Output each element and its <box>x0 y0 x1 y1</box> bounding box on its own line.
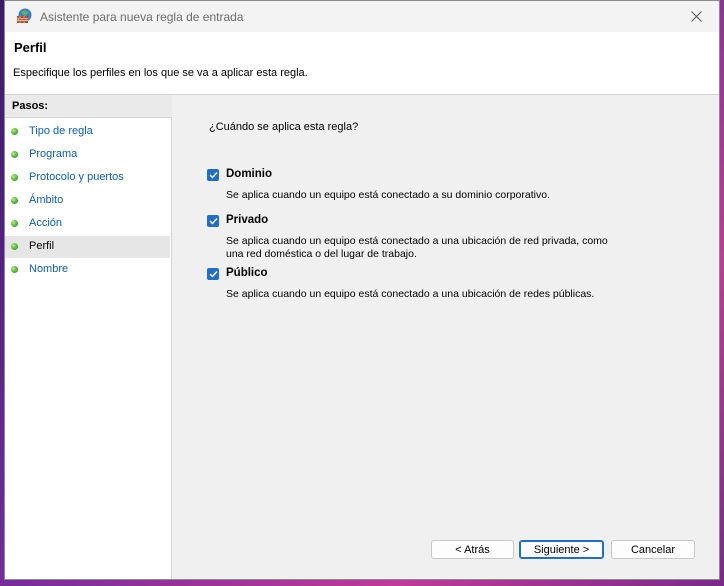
step-complete-dot-icon <box>11 128 18 135</box>
firewall-wall-icon <box>17 8 32 23</box>
step-perfil-current[interactable]: Perfil <box>5 236 170 258</box>
private-description: Se aplica cuando un equipo está conectad… <box>226 235 608 260</box>
steps-heading: Pasos: <box>5 95 172 118</box>
private-label[interactable]: Privado <box>226 214 268 226</box>
step-programa[interactable]: Programa <box>5 144 170 166</box>
step-label: Protocolo y puertos <box>29 171 124 183</box>
domain-label[interactable]: Dominio <box>226 168 272 180</box>
step-protocolo-y-puertos[interactable]: Protocolo y puertos <box>5 167 170 189</box>
wizard-window: Asistente para nueva regla de entrada Pe… <box>4 0 720 580</box>
step-complete-dot-icon <box>11 220 18 227</box>
step-label: Programa <box>29 148 78 160</box>
checkmark-icon <box>209 271 218 278</box>
step-label: Ámbito <box>29 194 64 206</box>
close-icon <box>690 11 702 22</box>
step-complete-dot-icon <box>11 197 18 204</box>
title-bar: Asistente para nueva regla de entrada <box>5 1 719 32</box>
step-label: Tipo de regla <box>29 125 93 137</box>
next-button[interactable]: Siguiente > <box>519 540 604 559</box>
checkmark-icon <box>209 218 218 225</box>
page-description: Especifique los perfiles en los que se v… <box>13 67 308 79</box>
domain-checkbox[interactable] <box>207 169 219 181</box>
step-label: Nombre <box>29 263 69 275</box>
step-complete-dot-icon <box>11 174 18 181</box>
step-nombre[interactable]: Nombre <box>5 259 170 281</box>
close-button[interactable] <box>673 1 719 32</box>
public-description: Se aplica cuando un equipo está conectad… <box>226 288 595 300</box>
page-header: Perfil Especifique los perfiles en los q… <box>5 32 719 95</box>
step-tipo-de-regla[interactable]: Tipo de regla <box>5 121 170 143</box>
page-title: Perfil <box>14 40 47 55</box>
step-pending-dot-icon <box>11 266 18 273</box>
window-title: Asistente para nueva regla de entrada <box>40 10 244 24</box>
step-label: Acción <box>29 217 63 229</box>
public-label[interactable]: Público <box>226 267 268 279</box>
checkmark-icon <box>209 172 218 179</box>
cancel-button[interactable]: Cancelar <box>611 540 695 559</box>
domain-description: Se aplica cuando un equipo está conectad… <box>226 189 550 201</box>
question-text: ¿Cuándo se aplica esta regla? <box>209 121 359 133</box>
back-button[interactable]: < Atrás <box>431 540 514 559</box>
public-checkbox[interactable] <box>207 268 219 280</box>
step-accion[interactable]: Acción <box>5 213 170 235</box>
step-complete-dot-icon <box>11 151 18 158</box>
step-label: Perfil <box>29 240 55 252</box>
step-ambito[interactable]: Ámbito <box>5 190 170 212</box>
main-content: ¿Cuándo se aplica esta regla? Dominio Se… <box>173 95 719 579</box>
private-checkbox[interactable] <box>207 215 219 227</box>
steps-sidebar: Pasos: Tipo de regla Programa Protocolo … <box>5 95 172 579</box>
step-current-dot-icon <box>11 243 18 250</box>
